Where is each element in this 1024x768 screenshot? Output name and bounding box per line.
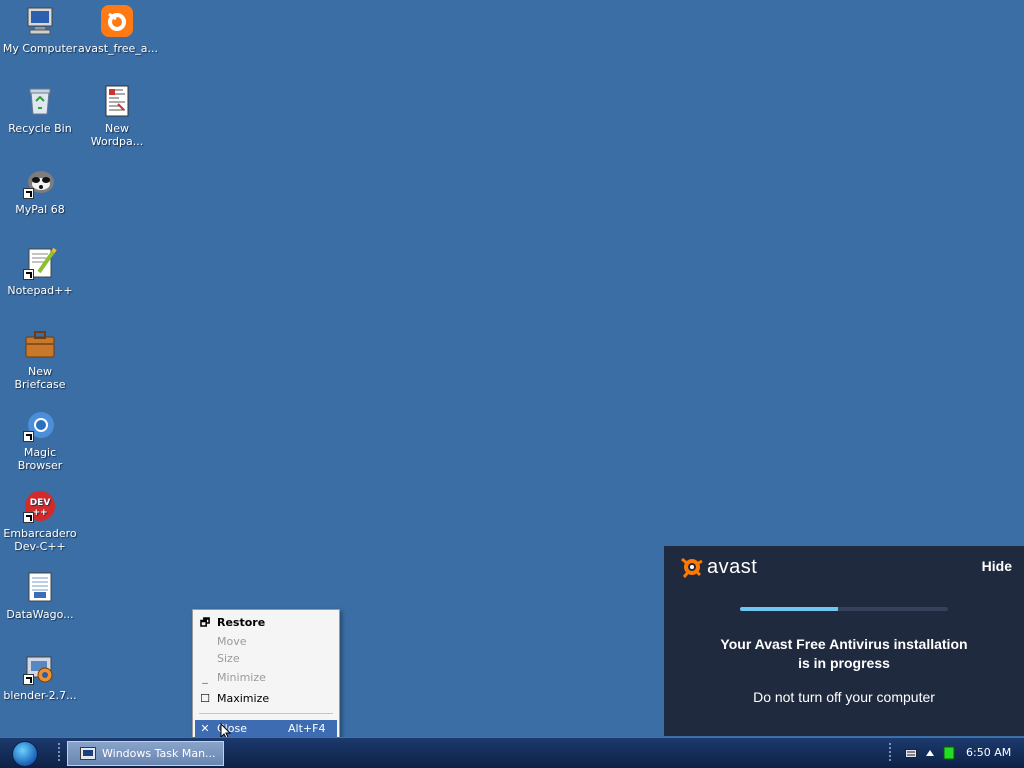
svg-text:++: ++ [32,508,47,518]
taskbar: Windows Task Man... 6:50 AM [0,737,1024,768]
start-button[interactable] [6,740,44,767]
avast-logo: avast [680,555,757,579]
menu-item-minimize: _ Minimize [195,669,337,687]
recycle-bin-icon [23,84,57,118]
svg-text:DEV: DEV [30,498,51,508]
desktop-icon-recycle-bin[interactable]: Recycle Bin [1,84,79,135]
window-system-menu: 🗗 Restore Move Size _ Minimize ☐ Maximiz… [192,609,340,741]
restore-icon: 🗗 [199,616,211,629]
avast-logo-icon [681,557,703,578]
briefcase-icon [23,327,57,361]
keyboard-icon[interactable] [905,747,917,759]
mypal-icon [23,165,57,199]
desktop-icon-label: My Computer [2,42,78,55]
notepadpp-icon [23,246,57,280]
tray-grip[interactable] [889,743,891,763]
desktop-icon-my-computer[interactable]: My Computer [1,4,79,55]
desktop-icon-blender-installer[interactable]: blender-2.7... [1,651,79,702]
desktop-icon-label: avast_free_a... [78,42,158,55]
menu-separator [199,713,333,714]
desktop-icon-label: MyPal 68 [15,203,65,216]
desktop-icon-devcpp[interactable]: DEV ++ Embarcadero Dev-C++ [1,489,79,553]
desktop-icon-datawagon[interactable]: DataWago... [1,570,79,621]
wordpad-document-icon [100,84,134,118]
shortcut-arrow-icon [23,269,34,280]
close-icon: ✕ [200,722,210,735]
battery-icon[interactable] [943,746,955,760]
install-progress-bar [740,607,948,611]
desktop-icon-label: New Briefcase [14,365,66,391]
shortcut-arrow-icon [23,512,34,523]
avast-installer-icon [100,4,134,38]
desktop-icon-label: blender-2.7... [3,689,77,702]
shortcut-arrow-icon [23,674,34,685]
magic-browser-icon [23,408,57,442]
desktop-icon-label: Recycle Bin [8,122,72,135]
computer-icon [23,4,57,38]
clock[interactable]: 6:50 AM [966,746,1011,759]
taskbar-button-task-manager[interactable]: Windows Task Man... [67,741,224,766]
desktop-icon-new-wordpad[interactable]: New Wordpa... [78,84,156,148]
install-status-title: Your Avast Free Antivirus installation i… [720,636,968,671]
system-tray: 6:50 AM [895,738,1024,768]
windows-logo-icon [12,741,38,767]
menu-item-move: Move [217,635,247,648]
datawagon-icon [23,570,57,604]
minimize-icon: _ [202,671,208,684]
devcpp-icon: DEV ++ [23,489,57,523]
shortcut-arrow-icon [23,431,34,442]
desktop-icon-label: Embarcadero Dev-C++ [3,527,77,553]
menu-item-maximize[interactable]: ☐ Maximize [195,690,337,708]
shortcut-arrow-icon [23,188,34,199]
desktop-icon-label: New Wordpa... [90,122,144,148]
menu-item-close[interactable]: ✕ Close Alt+F4 [195,720,337,738]
install-warning-text: Do not turn off your computer [753,689,935,705]
hide-button[interactable]: Hide [982,558,1012,574]
desktop-icon-avast-installer[interactable]: avast_free_a... [78,4,158,55]
desktop-icon-label: Notepad++ [7,284,73,297]
task-manager-icon [80,747,96,760]
desktop-icon-label: DataWago... [6,608,74,621]
desktop-icon-notepadpp[interactable]: Notepad++ [1,246,79,297]
avast-install-notification: avast Hide Your Avast Free Antivirus ins… [664,546,1024,736]
maximize-icon: ☐ [200,692,210,705]
desktop-icon-magic-browser[interactable]: Magic Browser [1,408,79,472]
taskbar-grip[interactable] [58,743,60,763]
blender-installer-icon [23,651,57,685]
close-shortcut: Alt+F4 [288,722,326,735]
install-progress-fill [740,607,838,611]
desktop-icon-mypal[interactable]: MyPal 68 [1,165,79,216]
desktop-icon-label: Magic Browser [17,446,63,472]
menu-item-size: Size [217,652,240,665]
desktop-icon-briefcase[interactable]: New Briefcase [1,327,79,391]
show-hidden-icons-arrow-icon[interactable] [926,750,934,756]
menu-item-restore[interactable]: 🗗 Restore [195,614,337,632]
avast-wordmark: avast [707,555,758,578]
